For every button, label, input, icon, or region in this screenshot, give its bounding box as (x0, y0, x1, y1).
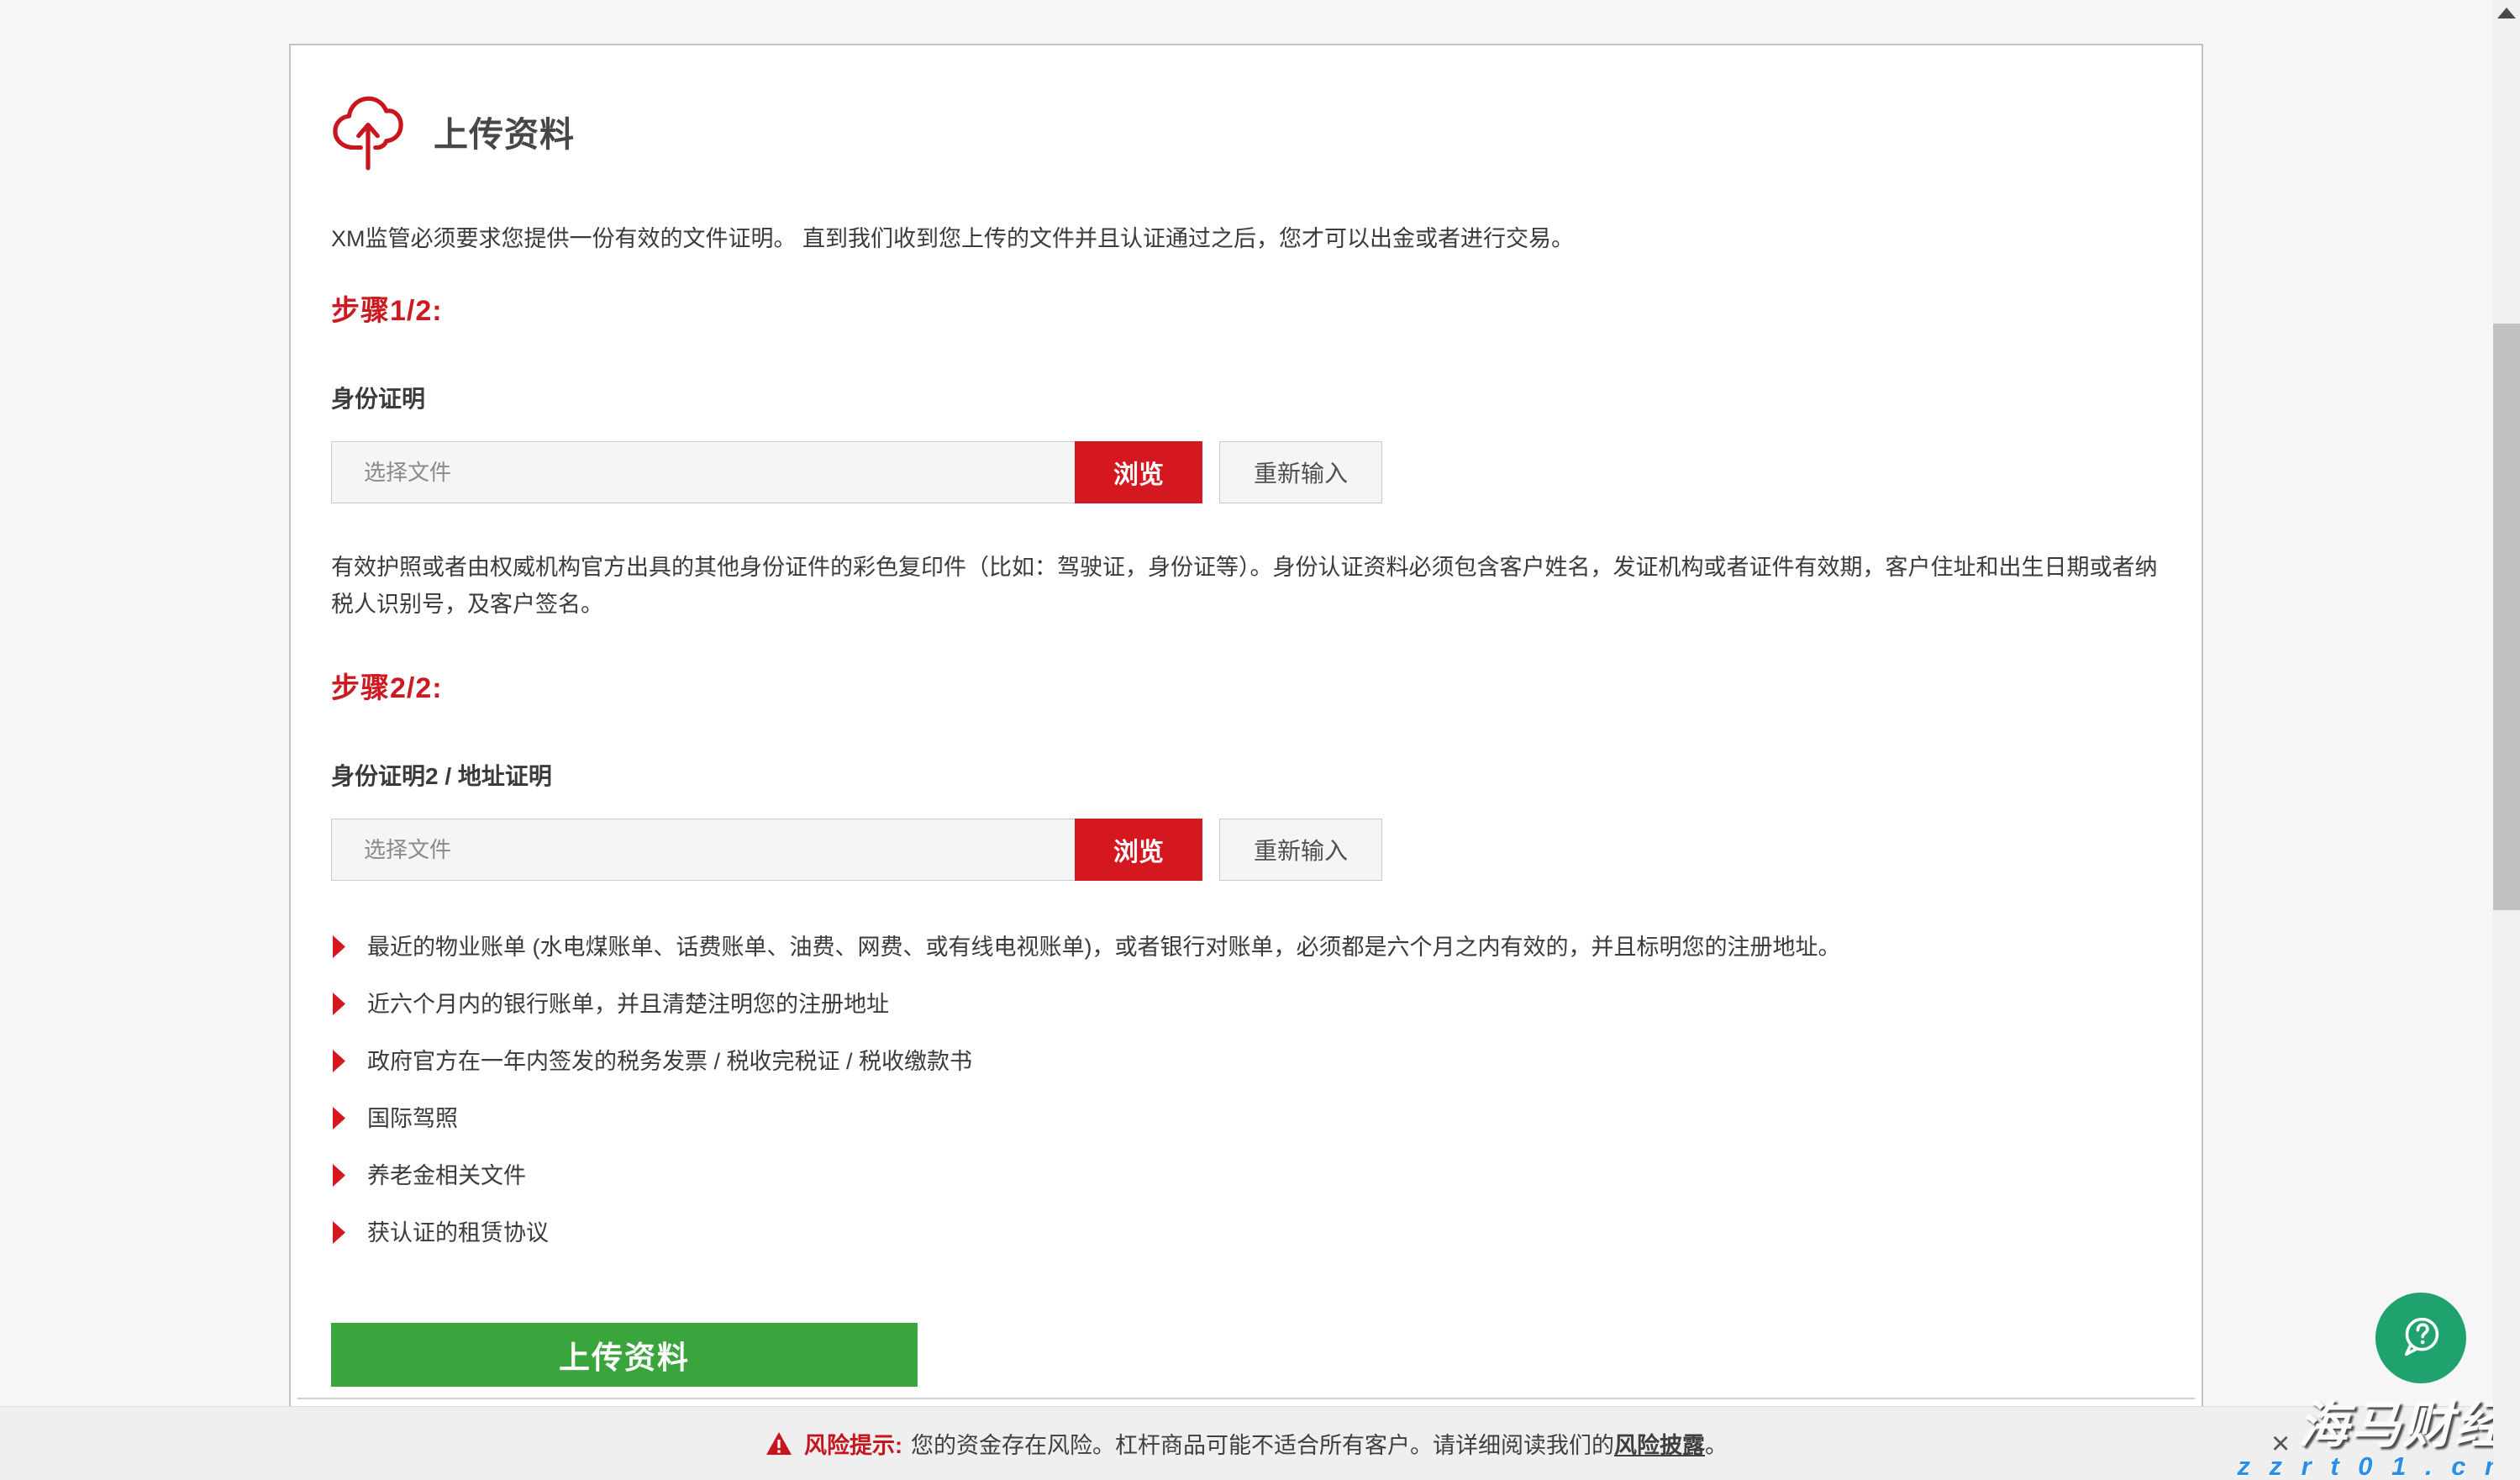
bullet-triangle-icon (333, 1221, 345, 1244)
list-item: 养老金相关文件 (331, 1163, 2161, 1188)
list-item: 获认证的租赁协议 (331, 1220, 2161, 1246)
bullet-triangle-icon (333, 993, 345, 1015)
list-item-text: 近六个月内的银行账单，并且清楚注明您的注册地址 (367, 992, 889, 1017)
list-item: 国际驾照 (331, 1106, 2161, 1131)
browse-button[interactable]: 浏览 (1075, 441, 1202, 503)
scrollbar-thumb[interactable] (2493, 324, 2520, 910)
identity-proof-description: 有效护照或者由权威机构官方出具的其他身份证件的彩色复印件（比如：驾驶证，身份证等… (331, 549, 2161, 623)
browse-button[interactable]: 浏览 (1075, 819, 1202, 881)
reset-input-button[interactable]: 重新输入 (1219, 441, 1382, 503)
chat-help-button[interactable] (2375, 1293, 2466, 1383)
file-input-group: 浏览 (331, 819, 1202, 881)
list-item-text: 政府官方在一年内签发的税务发票 / 税收完税证 / 税收缴款书 (367, 1049, 972, 1074)
scroll-up-icon[interactable] (2497, 8, 2516, 18)
step-2-heading: 步骤2/2: (331, 665, 2161, 706)
chat-help-icon (2391, 1308, 2451, 1368)
cloud-upload-icon (331, 89, 405, 173)
list-item-text: 国际驾照 (367, 1106, 458, 1131)
intro-text: XM监管必须要求您提供一份有效的文件证明。 直到我们收到您上传的文件并且认证通过… (331, 222, 2161, 255)
list-item: 近六个月内的银行账单，并且清楚注明您的注册地址 (331, 992, 2161, 1017)
card-bottom-divider (297, 1398, 2195, 1399)
list-item-text: 最近的物业账单 (水电煤账单、话费账单、油费、网费、或有线电视账单)，或者银行对… (367, 935, 1840, 960)
list-item: 最近的物业账单 (水电煤账单、话费账单、油费、网费、或有线电视账单)，或者银行对… (331, 935, 2161, 960)
page-title: 上传资料 (434, 106, 575, 156)
identity-proof-file-input[interactable] (331, 441, 1075, 503)
risk-warning-body: 您的资金存在风险。杠杆商品可能不适合所有客户。请详细阅读我们的 (911, 1433, 1614, 1458)
risk-warning-suffix: 。 (1705, 1433, 1728, 1458)
identity-proof-file-row: 浏览 重新输入 (331, 441, 2161, 503)
risk-warning-prefix: 风险提示: (804, 1427, 902, 1460)
file-input-group: 浏览 (331, 441, 1202, 503)
bullet-triangle-icon (333, 1164, 345, 1187)
list-item-text: 养老金相关文件 (367, 1163, 526, 1188)
upload-documents-card: 上传资料 XM监管必须要求您提供一份有效的文件证明。 直到我们收到您上传的文件并… (289, 44, 2203, 1480)
risk-warning-text: 您的资金存在风险。杠杆商品可能不适合所有客户。请详细阅读我们的风险披露。 (911, 1427, 1728, 1460)
bullet-triangle-icon (333, 935, 345, 958)
risk-warning-bar: 风险提示: 您的资金存在风险。杠杆商品可能不适合所有客户。请详细阅读我们的风险披… (0, 1406, 2493, 1480)
bullet-triangle-icon (333, 1107, 345, 1130)
warning-triangle-icon (765, 1431, 792, 1456)
step-1-heading: 步骤1/2: (331, 287, 2161, 329)
vertical-scrollbar[interactable] (2493, 0, 2520, 1480)
list-item-text: 获认证的租赁协议 (367, 1220, 549, 1246)
address-proof-file-row: 浏览 重新输入 (331, 819, 2161, 881)
upload-documents-button[interactable]: 上传资料 (331, 1323, 918, 1387)
address-proof-file-input[interactable] (331, 819, 1075, 881)
accepted-documents-list: 最近的物业账单 (水电煤账单、话费账单、油费、网费、或有线电视账单)，或者银行对… (331, 935, 2161, 1246)
bullet-triangle-icon (333, 1050, 345, 1072)
risk-disclosure-link[interactable]: 风险披露 (1614, 1433, 1705, 1458)
identity-proof-label: 身份证明 (331, 381, 2161, 414)
list-item: 政府官方在一年内签发的税务发票 / 税收完税证 / 税收缴款书 (331, 1049, 2161, 1074)
close-icon[interactable]: × (2271, 1428, 2290, 1460)
page: 上传资料 XM监管必须要求您提供一份有效的文件证明。 直到我们收到您上传的文件并… (0, 0, 2520, 1480)
card-header: 上传资料 (331, 89, 2161, 173)
address-proof-label: 身份证明2 / 地址证明 (331, 758, 2161, 792)
reset-input-button[interactable]: 重新输入 (1219, 819, 1382, 881)
